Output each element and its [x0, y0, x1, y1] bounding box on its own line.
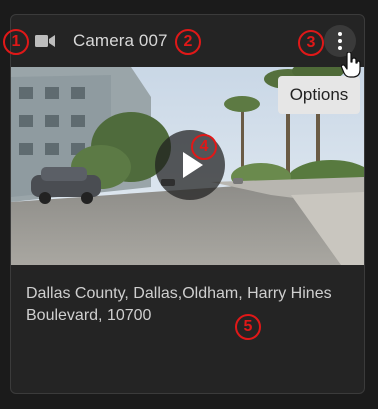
annotation-badge-2: 2 [175, 29, 201, 55]
camera-title: Camera 007 [73, 31, 168, 50]
video-camera-icon [35, 35, 55, 47]
camera-address: Dallas County, Dallas,Oldham, Harry Hine… [26, 285, 332, 324]
vertical-ellipsis-icon-dot [338, 46, 342, 50]
annotation-badge-3: 3 [298, 30, 324, 56]
annotation-badge-5: 5 [235, 314, 261, 340]
vertical-ellipsis-icon [338, 32, 342, 36]
options-tooltip: Options [278, 76, 360, 114]
annotation-badge-1: 1 [3, 29, 29, 55]
camera-card[interactable]: Camera 007 Dallas County, Dallas,Oldham,… [10, 14, 365, 394]
annotation-badge-4: 4 [191, 134, 217, 160]
hand-cursor-icon [341, 52, 361, 78]
vertical-ellipsis-icon-dot [338, 39, 342, 43]
